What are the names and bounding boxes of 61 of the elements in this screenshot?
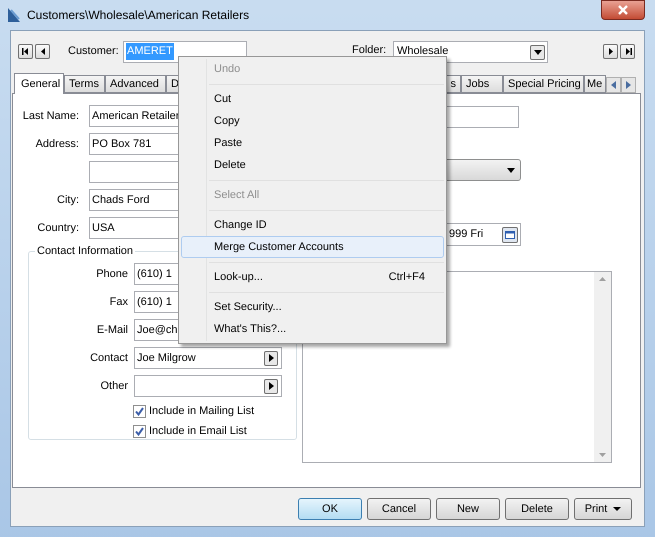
tab-scroll-button[interactable] [606,77,621,93]
menu-item[interactable]: Merge Customer Accounts [181,236,444,258]
next-record-button[interactable] [603,44,618,59]
tab[interactable]: Advanced [105,75,166,93]
checkbox[interactable] [133,404,146,418]
tab[interactable]: Jobs [461,75,503,93]
tab[interactable]: Special Pricing [503,75,584,93]
field-label: Country: [36,220,79,236]
arrow-left-icon [38,47,46,56]
tab-scroll-button[interactable] [621,77,636,93]
menu-item[interactable]: What's This?... [181,318,444,340]
button[interactable]: New [436,498,500,520]
arrow-right-icon [626,81,631,89]
input-field[interactable] [134,375,282,397]
tab[interactable]: Terms [64,75,105,93]
first-record-button[interactable] [18,44,33,59]
calendar-icon [505,230,515,238]
last-record-button[interactable] [620,44,635,59]
field-label: Folder: [352,43,388,58]
field-label: Contact [89,350,128,366]
close-icon [618,5,628,15]
field-label: Fax [108,294,128,310]
window-title: Customers\Wholesale\American Retailers [27,7,250,24]
tab[interactable]: General [14,73,64,94]
button[interactable]: Cancel [367,498,431,520]
caret-icon [507,168,515,172]
calendar-button[interactable] [502,226,518,242]
arrow-left-icon [611,81,616,89]
checkbox-label: Include in Mailing List [149,404,254,419]
previous-record-button[interactable] [35,44,50,59]
arrow-up-icon [599,277,606,281]
arrow-right-icon [606,47,614,56]
field-label: Last Name: [22,108,79,124]
button[interactable]: Print [574,498,632,520]
menu-item[interactable]: Look-up... Ctrl+F4 [181,266,444,288]
arrow-right-icon [624,47,632,56]
field-label: City: [56,192,79,208]
checkmark-icon [135,426,144,436]
field-label: Customer: [68,44,120,59]
arrow-down-icon [599,453,606,457]
button[interactable]: Delete [505,498,569,520]
field-label: Phone [95,266,128,282]
menu-item[interactable]: Delete [181,154,444,176]
checkbox[interactable] [133,424,146,438]
menu-item[interactable]: Set Security... [181,296,444,318]
field-label: Address: [34,136,79,152]
arrow-left-icon [22,47,30,56]
caret-icon [534,50,542,55]
field-label: E-Mail [96,322,128,338]
arrow-right-icon [268,354,274,362]
button[interactable]: OK [298,498,362,520]
checkmark-icon [135,406,144,416]
input-field[interactable]: Joe Milgrow [134,347,282,369]
app-icon [7,7,21,23]
scrollbar[interactable] [594,272,611,462]
arrow-right-icon [268,382,274,390]
field-label: Other [99,378,128,394]
checkbox-label: Include in Email List [149,424,247,439]
caret-icon [613,507,622,511]
tab[interactable]: Me [584,75,606,93]
close-button[interactable] [601,0,645,20]
